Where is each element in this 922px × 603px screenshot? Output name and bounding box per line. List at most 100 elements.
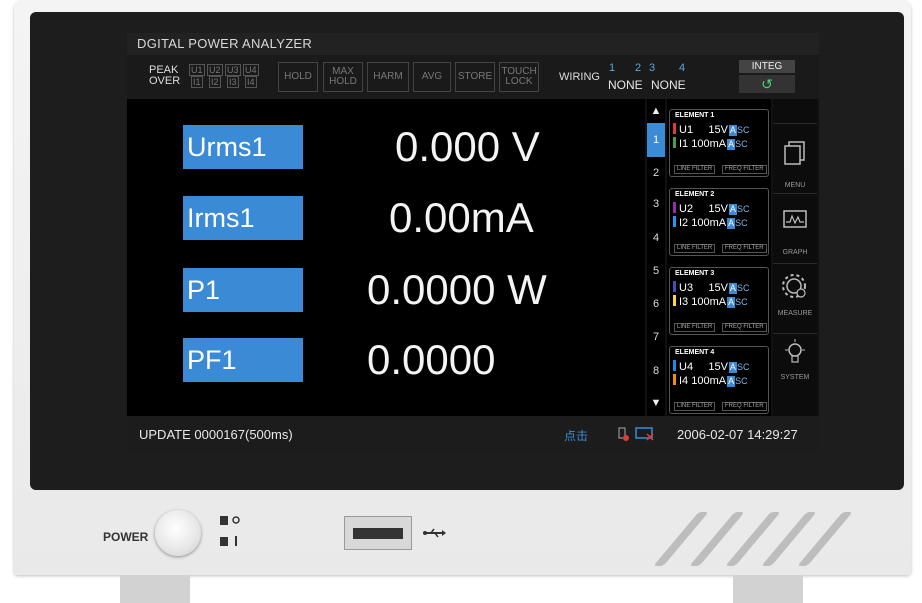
voltage-label: U1 xyxy=(679,124,694,136)
element-voltage-line: U4 15V ASC xyxy=(673,360,750,373)
page-6[interactable]: 6 xyxy=(647,298,665,310)
page-up-arrow-icon[interactable]: ▲ xyxy=(649,105,663,117)
element-card-2[interactable]: ELEMENT 2 U2 15V ASC I2 100mA ASC LINE FIL… xyxy=(669,188,769,256)
measurement-row: Urms1 0.000 V xyxy=(127,123,645,170)
voltage-range: 15V xyxy=(708,124,728,136)
graph-icon xyxy=(783,210,807,228)
gear-icon xyxy=(782,274,806,298)
integ-label[interactable]: INTEG xyxy=(739,60,795,73)
peak-u4: U4 xyxy=(243,64,259,76)
current-label: I3 xyxy=(679,296,689,308)
element-title: ELEMENT 2 xyxy=(675,191,715,198)
element-title: ELEMENT 1 xyxy=(675,112,715,119)
over-label: OVER xyxy=(149,75,181,87)
element-current-line: I2 100mA ASC xyxy=(673,216,748,229)
store-button[interactable]: STORE xyxy=(455,62,495,92)
measurement-value-p1: 0.0000 W xyxy=(367,266,547,313)
current-label: I4 xyxy=(679,375,689,387)
voltage-range: 15V xyxy=(708,361,728,373)
click-hint[interactable]: 点击 xyxy=(564,427,588,444)
device-foot-right xyxy=(733,575,803,603)
element-current-line: I3 100mA ASC xyxy=(673,295,748,308)
element-voltage-line: U1 15V ASC xyxy=(673,123,750,136)
element-card-3[interactable]: ELEMENT 3 U3 15V ASC I3 100mA ASC LINE FIL… xyxy=(669,267,769,335)
element-voltage-line: U3 15V ASC xyxy=(673,281,750,294)
measurement-label-p1[interactable]: P1 xyxy=(183,268,303,312)
measurement-value-pf1: 0.0000 xyxy=(367,336,496,383)
power-button[interactable] xyxy=(155,510,201,556)
page-5[interactable]: 5 xyxy=(647,265,665,277)
sc-badge: SC xyxy=(735,139,748,149)
page-8[interactable]: 8 xyxy=(647,365,665,377)
wiring-number-3: 3 xyxy=(649,62,656,74)
power-switch-indicator-icon xyxy=(220,516,240,546)
measurement-row: PF1 0.0000 xyxy=(127,336,645,383)
auto-badge: A xyxy=(728,125,737,136)
wiring-value-1[interactable]: NONE xyxy=(608,78,643,92)
system-button[interactable]: SYSTEM xyxy=(773,333,817,394)
page-3[interactable]: 3 xyxy=(647,198,665,210)
network-disconnected-icon xyxy=(635,427,654,441)
element-card-1[interactable]: ELEMENT 1 U1 15V ASC I1 100mA ASC LINE FIL… xyxy=(669,109,769,177)
harm-button[interactable]: HARM xyxy=(367,62,409,92)
page-4[interactable]: 4 xyxy=(647,232,665,244)
device-foot-left xyxy=(120,575,190,603)
graph-label: GRAPH xyxy=(782,249,808,256)
toolbar: PEAK OVER U1 U2 U3 U4 I1 I2 I3 I4 HOLD M… xyxy=(127,55,819,99)
voltage-label: U4 xyxy=(679,361,694,373)
line-filter-badge: LINE FILTER xyxy=(674,165,716,174)
measurement-label-irms1[interactable]: Irms1 xyxy=(183,196,303,240)
sc-badge: SC xyxy=(736,125,750,135)
graph-button[interactable]: GRAPH xyxy=(773,193,817,264)
wiring-number-2: 2 xyxy=(635,62,642,74)
page-2[interactable]: 2 xyxy=(647,167,665,179)
over-i2: I2 xyxy=(209,76,221,88)
auto-badge: A xyxy=(727,376,736,387)
touch-lock-button[interactable]: TOUCH LOCK xyxy=(499,62,539,92)
sc-badge: SC xyxy=(735,297,748,307)
over-i1: I1 xyxy=(191,76,203,88)
page-1[interactable]: 1 xyxy=(647,123,665,157)
element-card-4[interactable]: ELEMENT 4 U4 15V ASC I4 100mA ASC LINE FIL… xyxy=(669,346,769,414)
freq-filter-badge: FREQ FILTER xyxy=(722,244,767,253)
page-down-arrow-icon[interactable]: ▼ xyxy=(649,397,663,409)
current-range: 100mA xyxy=(691,375,727,387)
usb-storage-disconnected-icon xyxy=(618,427,629,441)
hold-button[interactable]: HOLD xyxy=(278,62,318,92)
max-hold-button[interactable]: MAX HOLD xyxy=(323,62,363,92)
integ-reset-icon[interactable]: ↺ xyxy=(739,75,795,93)
measurement-label-pf1[interactable]: PF1 xyxy=(183,338,303,382)
system-label: SYSTEM xyxy=(780,374,810,381)
sc-badge: SC xyxy=(736,362,750,372)
update-counter: UPDATE 0000167(500ms) xyxy=(139,427,293,442)
page-selector: ▲ 1 2 3 4 5 6 7 8 ▼ xyxy=(647,99,665,416)
line-filter-badge: LINE FILTER xyxy=(674,402,716,411)
element-panel: ELEMENT 1 U1 15V ASC I1 100mA ASC LINE FIL… xyxy=(667,99,771,416)
element-current-line: I4 100mA ASC xyxy=(673,374,748,387)
measurement-value-urms1: 0.000 V xyxy=(395,123,540,170)
over-i4: I4 xyxy=(245,76,257,88)
bulb-icon xyxy=(785,339,805,363)
page-7[interactable]: 7 xyxy=(647,331,665,343)
side-menu: MENU GRAPH MEASURE SYSTEM xyxy=(773,99,817,416)
usb-icon xyxy=(423,528,446,538)
wiring-value-2[interactable]: NONE xyxy=(651,78,686,92)
sc-badge: SC xyxy=(735,218,748,228)
wiring-number-1: 1 xyxy=(609,62,616,74)
voltage-range: 15V xyxy=(708,282,728,294)
measure-button[interactable]: MEASURE xyxy=(773,263,817,334)
element-title: ELEMENT 4 xyxy=(675,349,715,356)
usb-port[interactable] xyxy=(344,516,412,550)
menu-icon xyxy=(784,141,805,165)
sc-badge: SC xyxy=(736,283,750,293)
measurement-panel: Urms1 0.000 V Irms1 0.00mA P1 0.0000 W P… xyxy=(127,99,645,416)
analyzer-screen: DGITAL POWER ANALYZER PEAK OVER U1 U2 U3… xyxy=(127,33,819,453)
datetime: 2006-02-07 14:29:27 xyxy=(677,427,798,442)
menu-button[interactable]: MENU xyxy=(773,123,817,194)
current-label: I2 xyxy=(679,217,689,229)
element-current-line: I1 100mA ASC xyxy=(673,137,748,150)
measurement-label-urms1[interactable]: Urms1 xyxy=(183,125,303,169)
avg-button[interactable]: AVG xyxy=(413,62,451,92)
current-label: I1 xyxy=(679,138,689,150)
sc-badge: SC xyxy=(735,376,748,386)
